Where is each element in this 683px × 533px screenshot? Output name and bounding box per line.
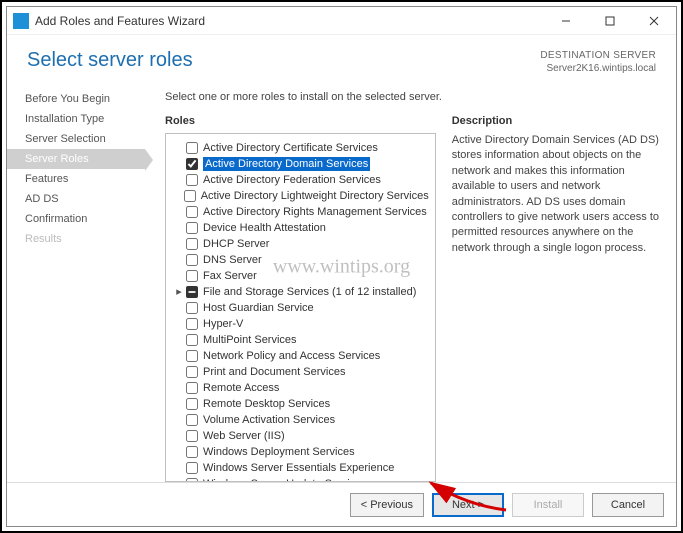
role-item[interactable]: DHCP Server [170,236,431,252]
nav-step[interactable]: Installation Type [7,109,145,129]
role-item[interactable]: Remote Desktop Services [170,396,431,412]
role-label: DHCP Server [203,237,269,251]
role-item[interactable]: MultiPoint Services [170,332,431,348]
minimize-button[interactable] [544,7,588,35]
role-item[interactable]: Host Guardian Service [170,300,431,316]
app-icon [13,13,29,29]
role-label: Fax Server [203,269,257,283]
nav-step[interactable]: Confirmation [7,209,145,229]
role-item[interactable]: Windows Deployment Services [170,444,431,460]
nav-step[interactable]: AD DS [7,189,145,209]
nav-step[interactable]: Server Roles [7,149,145,169]
role-checkbox[interactable] [186,350,198,362]
role-label: DNS Server [203,253,262,267]
page-title: Select server roles [27,49,540,72]
destination-label: DESTINATION SERVER [540,49,656,62]
nav-step[interactable]: Features [7,169,145,189]
role-label: Active Directory Certificate Services [203,141,378,155]
role-item[interactable]: Active Directory Rights Management Servi… [170,204,431,220]
role-checkbox[interactable] [186,174,198,186]
role-label: Hyper-V [203,317,243,331]
role-label: Print and Document Services [203,365,345,379]
nav-step[interactable]: Before You Begin [7,89,145,109]
role-label: MultiPoint Services [203,333,297,347]
role-checkbox[interactable] [186,222,198,234]
role-checkbox[interactable] [186,334,198,346]
role-item[interactable]: Windows Server Essentials Experience [170,460,431,476]
wizard-header: Select server roles DESTINATION SERVER S… [7,35,676,81]
wizard-nav: Before You BeginInstallation TypeServer … [7,81,145,482]
roles-listbox[interactable]: Active Directory Certificate Services Act… [165,133,436,482]
title-bar: Add Roles and Features Wizard [7,7,676,35]
role-checkbox[interactable] [186,462,198,474]
nav-step[interactable]: Server Selection [7,129,145,149]
role-checkbox[interactable] [186,286,198,298]
role-checkbox[interactable] [186,366,198,378]
roles-label: Roles [165,115,436,127]
role-item[interactable]: Device Health Attestation [170,220,431,236]
role-label: Host Guardian Service [203,301,314,315]
role-checkbox[interactable] [186,206,198,218]
role-label: Web Server (IIS) [203,429,285,443]
role-label: File and Storage Services (1 of 12 insta… [203,285,416,299]
role-checkbox[interactable] [186,302,198,314]
destination-block: DESTINATION SERVER Server2K16.wintips.lo… [540,49,656,75]
role-item[interactable]: Active Directory Certificate Services [170,140,431,156]
role-checkbox[interactable] [186,382,198,394]
description-label: Description [452,115,660,127]
next-button[interactable]: Next > [432,493,504,517]
window-title: Add Roles and Features Wizard [35,14,544,28]
install-button[interactable]: Install [512,493,584,517]
role-checkbox[interactable] [186,158,198,170]
role-label: Active Directory Lightweight Directory S… [201,189,429,203]
previous-button[interactable]: < Previous [350,493,424,517]
instruction-text: Select one or more roles to install on t… [165,91,660,103]
role-item[interactable]: Active Directory Lightweight Directory S… [170,188,431,204]
role-label: Remote Access [203,381,279,395]
role-label: Volume Activation Services [203,413,335,427]
wizard-footer: < Previous Next > Install Cancel [7,482,676,526]
close-button[interactable] [632,7,676,35]
role-checkbox[interactable] [186,270,198,282]
role-label: Active Directory Federation Services [203,173,381,187]
nav-step: Results [7,229,145,249]
expander-icon[interactable]: ▸ [174,285,184,299]
role-label: Remote Desktop Services [203,397,330,411]
role-label: Windows Deployment Services [203,445,355,459]
role-item[interactable]: Remote Access [170,380,431,396]
role-item[interactable]: ▸ File and Storage Services (1 of 12 inst… [170,284,431,300]
role-label: Active Directory Domain Services [203,157,370,171]
cancel-button[interactable]: Cancel [592,493,664,517]
role-checkbox[interactable] [184,190,196,202]
role-checkbox[interactable] [186,446,198,458]
description-text: Active Directory Domain Services (AD DS)… [452,133,660,256]
role-checkbox[interactable] [186,142,198,154]
role-label: Active Directory Rights Management Servi… [203,205,427,219]
role-item[interactable]: Fax Server [170,268,431,284]
role-item[interactable]: Volume Activation Services [170,412,431,428]
role-item[interactable]: Hyper-V [170,316,431,332]
destination-server: Server2K16.wintips.local [540,62,656,75]
role-checkbox[interactable] [186,430,198,442]
role-checkbox[interactable] [186,318,198,330]
role-item[interactable]: Active Directory Federation Services [170,172,431,188]
role-item[interactable]: Active Directory Domain Services [170,156,431,172]
role-item[interactable]: DNS Server [170,252,431,268]
maximize-button[interactable] [588,7,632,35]
wizard-window: Add Roles and Features Wizard Select ser… [6,6,677,527]
role-checkbox[interactable] [186,238,198,250]
role-label: Network Policy and Access Services [203,349,380,363]
role-item[interactable]: Network Policy and Access Services [170,348,431,364]
role-label: Device Health Attestation [203,221,326,235]
role-checkbox[interactable] [186,254,198,266]
role-item[interactable]: Web Server (IIS) [170,428,431,444]
role-label: Windows Server Essentials Experience [203,461,394,475]
role-checkbox[interactable] [186,414,198,426]
role-item[interactable]: Print and Document Services [170,364,431,380]
role-checkbox[interactable] [186,398,198,410]
